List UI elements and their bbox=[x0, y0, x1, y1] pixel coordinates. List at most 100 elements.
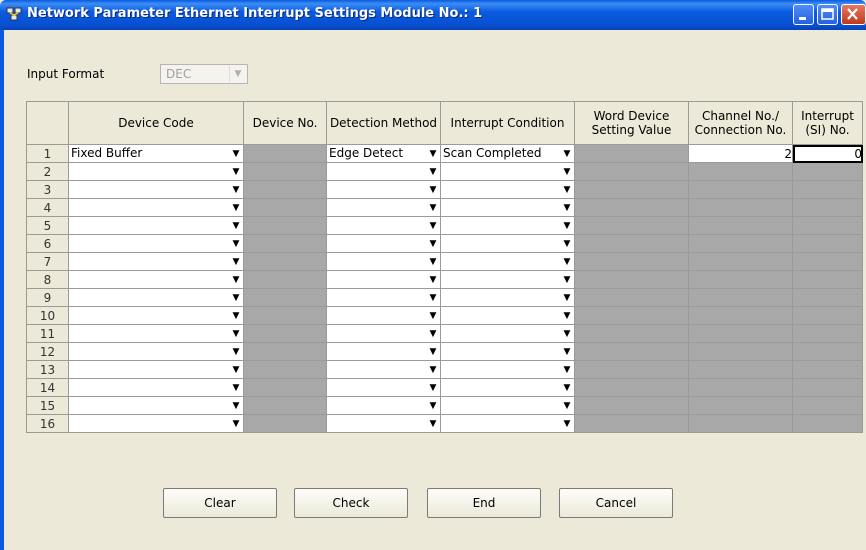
maximize-button[interactable] bbox=[817, 4, 838, 25]
detection-method-select[interactable]: ▼ bbox=[326, 198, 441, 217]
detection-method-select[interactable]: ▼ bbox=[326, 270, 441, 289]
detection-method-select[interactable]: ▼ bbox=[326, 180, 441, 199]
device-code-select[interactable]: ▼ bbox=[68, 162, 244, 181]
dropdown-arrow-icon: ▼ bbox=[232, 221, 240, 231]
clear-button[interactable]: Clear bbox=[163, 488, 277, 518]
dropdown-arrow-icon: ▼ bbox=[563, 221, 571, 231]
end-button[interactable]: End bbox=[427, 488, 541, 518]
detection-method-select[interactable]: ▼ bbox=[326, 234, 441, 253]
interrupt-condition-select[interactable]: ▼ bbox=[440, 234, 575, 253]
detection-method-value: Edge Detect bbox=[329, 146, 404, 160]
dropdown-arrow-icon: ▼ bbox=[429, 293, 437, 303]
device-code-select[interactable]: ▼ bbox=[68, 360, 244, 379]
interrupt-condition-select[interactable]: Scan Completed ▼ bbox=[440, 144, 575, 163]
interrupt-si-no-cell bbox=[792, 234, 863, 253]
word-device-setting-cell bbox=[574, 162, 689, 181]
channel-no-cell bbox=[688, 198, 793, 217]
interrupt-condition-select[interactable]: ▼ bbox=[440, 378, 575, 397]
dropdown-arrow-icon: ▼ bbox=[232, 347, 240, 357]
channel-no-cell bbox=[688, 162, 793, 181]
detection-method-select[interactable]: ▼ bbox=[326, 342, 441, 361]
dropdown-arrow-icon: ▼ bbox=[232, 203, 240, 213]
table-row: 9 ▼ ▼ ▼ bbox=[26, 288, 863, 307]
dropdown-arrow-icon: ▼ bbox=[563, 257, 571, 267]
table-row: 2 ▼ ▼ ▼ bbox=[26, 162, 863, 181]
close-button[interactable] bbox=[841, 4, 866, 25]
device-code-select[interactable]: ▼ bbox=[68, 378, 244, 397]
device-code-select[interactable]: ▼ bbox=[68, 414, 244, 433]
channel-no-cell bbox=[688, 360, 793, 379]
channel-no-cell bbox=[688, 378, 793, 397]
table-body: 1 Fixed Buffer ▼ Edge Detect ▼ Scan Completed… bbox=[26, 144, 863, 433]
detection-method-select[interactable]: ▼ bbox=[326, 360, 441, 379]
interrupt-condition-select[interactable]: ▼ bbox=[440, 162, 575, 181]
interrupt-condition-select[interactable]: ▼ bbox=[440, 396, 575, 415]
interrupt-condition-select[interactable]: ▼ bbox=[440, 414, 575, 433]
dropdown-arrow-icon: ▼ bbox=[232, 239, 240, 249]
row-number: 9 bbox=[26, 288, 69, 307]
table-row: 13 ▼ ▼ ▼ bbox=[26, 360, 863, 379]
device-code-select[interactable]: ▼ bbox=[68, 198, 244, 217]
row-number: 6 bbox=[26, 234, 69, 253]
detection-method-select[interactable]: ▼ bbox=[326, 288, 441, 307]
detection-method-select[interactable]: Edge Detect ▼ bbox=[326, 144, 441, 163]
interrupt-condition-select[interactable]: ▼ bbox=[440, 216, 575, 235]
detection-method-select[interactable]: ▼ bbox=[326, 306, 441, 325]
interrupt-condition-select[interactable]: ▼ bbox=[440, 360, 575, 379]
interrupt-condition-select[interactable]: ▼ bbox=[440, 270, 575, 289]
row-number: 11 bbox=[26, 324, 69, 343]
input-format-select[interactable]: DEC ▼ bbox=[160, 64, 248, 84]
interrupt-condition-select[interactable]: ▼ bbox=[440, 324, 575, 343]
interrupt-condition-select[interactable]: ▼ bbox=[440, 252, 575, 271]
device-code-select[interactable]: ▼ bbox=[68, 306, 244, 325]
detection-method-select[interactable]: ▼ bbox=[326, 396, 441, 415]
cancel-button[interactable]: Cancel bbox=[559, 488, 673, 518]
device-code-select[interactable]: ▼ bbox=[68, 216, 244, 235]
device-code-select[interactable]: ▼ bbox=[68, 342, 244, 361]
interrupt-condition-select[interactable]: ▼ bbox=[440, 288, 575, 307]
dropdown-arrow-icon: ▼ bbox=[563, 347, 571, 357]
device-code-select[interactable]: ▼ bbox=[68, 234, 244, 253]
detection-method-select[interactable]: ▼ bbox=[326, 162, 441, 181]
detection-method-select[interactable]: ▼ bbox=[326, 414, 441, 433]
detection-method-select[interactable]: ▼ bbox=[326, 216, 441, 235]
device-code-select[interactable]: ▼ bbox=[68, 252, 244, 271]
interrupt-condition-select[interactable]: ▼ bbox=[440, 306, 575, 325]
device-no-cell bbox=[243, 306, 327, 325]
word-device-setting-cell bbox=[574, 306, 689, 325]
dropdown-arrow-icon: ▼ bbox=[563, 203, 571, 213]
title-bar[interactable]: Network Parameter Ethernet Interrupt Set… bbox=[0, 0, 866, 30]
detection-method-select[interactable]: ▼ bbox=[326, 252, 441, 271]
dropdown-arrow-icon: ▼ bbox=[563, 185, 571, 195]
detection-method-select[interactable]: ▼ bbox=[326, 378, 441, 397]
channel-no-cell bbox=[688, 324, 793, 343]
channel-no-input[interactable]: 2 bbox=[688, 144, 793, 163]
channel-no-cell bbox=[688, 180, 793, 199]
interrupt-si-no-input[interactable]: 0 bbox=[792, 144, 863, 163]
check-button[interactable]: Check bbox=[294, 488, 408, 518]
interrupt-condition-select[interactable]: ▼ bbox=[440, 180, 575, 199]
channel-no-cell bbox=[688, 288, 793, 307]
dropdown-arrow-icon: ▼ bbox=[229, 66, 246, 82]
channel-no-cell bbox=[688, 234, 793, 253]
dropdown-arrow-icon: ▼ bbox=[232, 401, 240, 411]
device-code-select[interactable]: ▼ bbox=[68, 270, 244, 289]
interrupt-condition-select[interactable]: ▼ bbox=[440, 342, 575, 361]
detection-method-select[interactable]: ▼ bbox=[326, 324, 441, 343]
interrupt-condition-select[interactable]: ▼ bbox=[440, 198, 575, 217]
word-device-setting-cell bbox=[574, 360, 689, 379]
interrupt-si-no-cell bbox=[792, 270, 863, 289]
device-code-value: Fixed Buffer bbox=[71, 146, 143, 160]
device-code-select[interactable]: ▼ bbox=[68, 288, 244, 307]
device-code-select[interactable]: ▼ bbox=[68, 396, 244, 415]
word-device-setting-cell bbox=[574, 288, 689, 307]
input-format-value: DEC bbox=[166, 67, 192, 81]
minimize-button[interactable] bbox=[793, 4, 814, 25]
minimize-icon bbox=[799, 17, 806, 20]
dropdown-arrow-icon: ▼ bbox=[429, 311, 437, 321]
device-code-select[interactable]: ▼ bbox=[68, 180, 244, 199]
dropdown-arrow-icon: ▼ bbox=[232, 149, 240, 159]
interrupt-si-no-cell bbox=[792, 306, 863, 325]
device-code-select[interactable]: Fixed Buffer ▼ bbox=[68, 144, 244, 163]
device-code-select[interactable]: ▼ bbox=[68, 324, 244, 343]
